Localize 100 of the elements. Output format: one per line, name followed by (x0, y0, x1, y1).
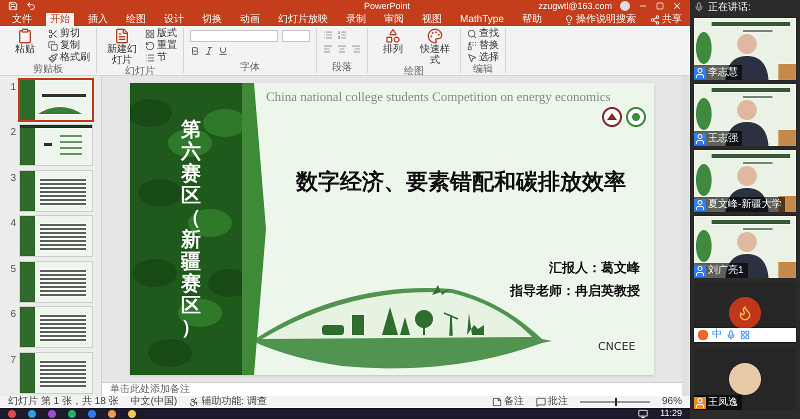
ribbon-button[interactable]: 选择 (467, 52, 499, 64)
ribbon-button[interactable]: 新建幻灯片 (103, 28, 141, 66)
ribbon-tab[interactable]: MathType (456, 13, 508, 26)
font-size-field[interactable] (282, 30, 310, 42)
share-button[interactable]: 共享 (650, 13, 682, 26)
video-tile[interactable]: 李志慧 (694, 18, 796, 80)
ribbon-tab[interactable]: 帮助 (518, 13, 546, 26)
ribbon-icon (467, 53, 477, 63)
ribbon-tab[interactable]: 开始 (46, 13, 74, 26)
video-tile[interactable]: 王志强 (694, 84, 796, 146)
group-label: 编辑 (472, 64, 494, 75)
ribbon-tab[interactable]: 文件 (8, 13, 36, 26)
italic-icon[interactable] (204, 46, 214, 56)
ribbon-tab[interactable]: 插入 (84, 13, 112, 26)
flame-icon (737, 305, 753, 321)
ribbon-button[interactable]: 格式刷 (48, 52, 90, 64)
ribbon-button[interactable]: 复制 (48, 40, 90, 52)
taskbar-app-icon[interactable] (108, 410, 116, 418)
slide-thumbnail[interactable] (20, 352, 92, 393)
ribbon-button[interactable]: 重置 (145, 40, 177, 52)
underline-icon[interactable] (218, 46, 228, 56)
ribbon-icon (48, 29, 58, 39)
taskbar-app-icon[interactable] (88, 410, 96, 418)
user-icon (694, 198, 706, 210)
slide-thumbnail[interactable] (20, 307, 92, 348)
ribbon-button[interactable]: 排列 (374, 28, 412, 55)
group-label: 剪贴板 (32, 64, 64, 75)
account-avatar[interactable] (620, 1, 630, 11)
ribbon-tab[interactable]: 录制 (342, 13, 370, 26)
numbering-icon[interactable] (337, 30, 347, 40)
notes-button[interactable]: 备注 (492, 397, 524, 407)
slide-thumbnail[interactable] (20, 80, 92, 120)
align-left-icon[interactable] (323, 44, 333, 54)
zoom-level[interactable]: 96% (662, 397, 682, 407)
tell-me-search[interactable]: 操作说明搜索 (564, 13, 636, 26)
notes-field[interactable]: 单击此处添加备注 (110, 384, 190, 394)
user-icon (694, 132, 706, 144)
ribbon-button[interactable]: 剪切 (48, 28, 90, 40)
font-name-field[interactable] (190, 30, 278, 42)
close-icon[interactable] (672, 1, 682, 11)
ribbon-tab[interactable]: 切换 (198, 13, 226, 26)
notes-icon (492, 397, 502, 407)
ribbon-icon (467, 29, 477, 39)
ribbon-tab[interactable]: 动画 (236, 13, 264, 26)
maximize-icon[interactable] (656, 2, 664, 10)
ribbon-icon (385, 28, 401, 44)
slide-number: 7 (9, 354, 16, 368)
ribbon-button[interactable]: 快速样式 (416, 28, 454, 66)
slide-thumbnail[interactable] (20, 125, 92, 166)
bold-icon[interactable] (190, 46, 200, 56)
undo-icon[interactable] (26, 1, 36, 11)
slide-number: 4 (9, 217, 16, 232)
video-tile[interactable]: 刘广亮1 (694, 216, 796, 278)
competition-logo (626, 106, 646, 126)
slide-thumbnail[interactable] (20, 170, 92, 211)
ribbon-button[interactable]: 版式 (145, 28, 177, 40)
keyboard-icon[interactable] (740, 330, 750, 340)
window-title: PowerPoint (364, 2, 410, 10)
slide-title: 数字经济、要素错配和碳排放效率 (296, 168, 626, 194)
ribbon-tab[interactable]: 视图 (418, 13, 446, 26)
bullets-icon[interactable] (323, 30, 333, 40)
group-label: 幻灯片 (124, 66, 156, 77)
align-center-icon[interactable] (337, 44, 347, 54)
ribbon-button[interactable]: 替换 (467, 40, 499, 52)
account-name[interactable]: zzugwtl@163.com (538, 2, 612, 10)
ribbon-tab[interactable]: 设计 (160, 13, 188, 26)
slide-thumbnail[interactable] (20, 262, 92, 302)
ribbon-tab[interactable]: 幻灯片放映 (274, 13, 332, 26)
taskbar-app-icon[interactable] (28, 410, 36, 418)
align-right-icon[interactable] (351, 44, 361, 54)
scrollbar[interactable] (682, 76, 690, 396)
mic-icon[interactable] (694, 2, 704, 12)
university-logo (602, 106, 622, 126)
ribbon-button[interactable]: 节 (145, 52, 177, 64)
ime-mode[interactable]: 中 (712, 330, 722, 340)
comments-button[interactable]: 批注 (536, 397, 568, 407)
ribbon-tab[interactable]: 审阅 (380, 13, 408, 26)
slide-thumbnail[interactable] (20, 216, 92, 256)
accessibility-icon (189, 397, 200, 407)
taskbar-app-icon[interactable] (68, 410, 76, 418)
slide-number: 6 (9, 308, 16, 322)
taskbar-app-icon[interactable] (128, 410, 136, 418)
save-icon[interactable] (8, 1, 18, 11)
display-icon[interactable] (638, 408, 648, 418)
ribbon-tab[interactable]: 绘图 (122, 13, 150, 26)
slide-number: 3 (9, 172, 16, 186)
participant-name: 刘广亮1 (708, 264, 744, 278)
ribbon-button[interactable]: 查找 (467, 28, 499, 40)
zoom-thumb[interactable] (614, 398, 617, 406)
video-tile[interactable]: 夏文峰-新疆大学 (694, 150, 796, 212)
ime-toolbar[interactable]: 中 (694, 328, 796, 342)
language-status[interactable]: 中文(中国) (130, 397, 178, 407)
comment-icon (536, 397, 546, 407)
accessibility-status[interactable]: 辅助功能: 调查 (189, 397, 267, 407)
participant-name: 王凤逸 (708, 396, 738, 410)
mic-icon[interactable] (726, 330, 736, 340)
ribbon-icon (145, 53, 155, 63)
participant-name: 李志慧 (708, 66, 738, 80)
slide-number: 2 (9, 126, 16, 140)
ribbon-button[interactable]: 粘贴 (6, 28, 44, 55)
